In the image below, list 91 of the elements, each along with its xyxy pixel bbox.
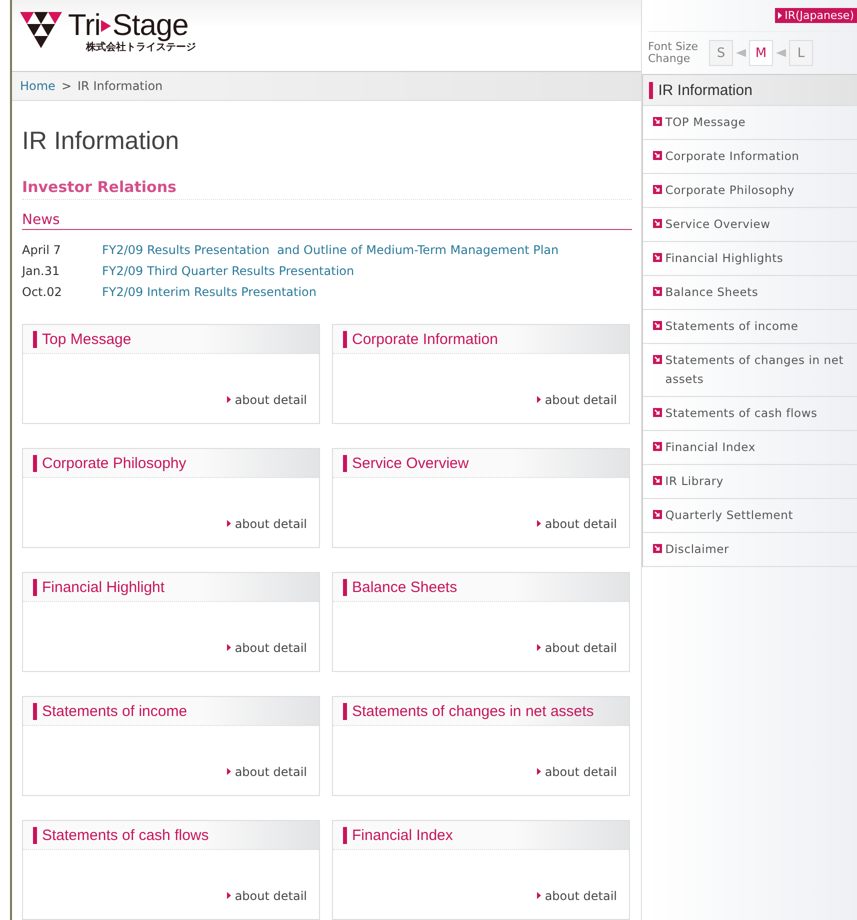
detail-link[interactable]: about detail: [544, 765, 617, 779]
arrow-square-icon: [653, 253, 662, 262]
sidebar-link[interactable]: Statements of cash flows: [665, 404, 818, 423]
arrow-square-icon: [653, 442, 662, 451]
triangle-icon: [226, 768, 231, 775]
news-date: Oct.02: [22, 284, 63, 298]
sidebar-link[interactable]: Corporate Philosophy: [665, 181, 794, 200]
accent-bar-icon: [343, 578, 347, 596]
sidebar-link[interactable]: Corporate Information: [665, 147, 800, 166]
logo-text: Stage: [112, 10, 188, 42]
sidebar-link[interactable]: Quarterly Settlement: [665, 506, 794, 525]
logo-mark-icon: [20, 12, 62, 48]
card-title: Financial Index: [352, 826, 453, 844]
card-title: Corporate Philosophy: [42, 454, 186, 472]
arrow-square-icon: [653, 321, 662, 330]
section-title: Investor Relations: [22, 178, 632, 200]
breadcrumb-link[interactable]: Home: [20, 78, 56, 93]
sidebar-link[interactable]: Financial Highlights: [665, 249, 784, 268]
detail-link[interactable]: about detail: [234, 765, 307, 779]
card-title: Balance Sheets: [352, 578, 458, 596]
arrow-square-icon: [653, 185, 662, 194]
arrow-icon: [736, 49, 746, 57]
arrow-square-icon: [653, 355, 662, 364]
accent-bar-icon: [343, 826, 347, 844]
news-heading: News: [22, 212, 632, 230]
detail-link[interactable]: about detail: [234, 889, 307, 903]
sidebar-link[interactable]: Disclaimer: [665, 540, 730, 559]
accent-bar-icon: [33, 454, 37, 472]
news-date: Jan.31: [22, 264, 61, 278]
arrow-square-icon: [653, 287, 662, 296]
triangle-icon: [226, 520, 231, 527]
triangle-icon: [226, 644, 231, 651]
sidebar-title: IR Information: [658, 82, 752, 98]
arrow-icon: [776, 49, 786, 57]
breadcrumb-text: >: [61, 78, 72, 93]
news-link[interactable]: FY2/09 Third Quarter Results Presentation: [102, 264, 354, 278]
accent-bar-icon: [343, 454, 347, 472]
card-title: Financial Highlight: [42, 578, 165, 596]
page-title: IR Information: [22, 127, 180, 156]
arrow-square-icon: [653, 476, 662, 485]
detail-link[interactable]: about detail: [234, 393, 307, 407]
triangle-icon: [536, 396, 541, 403]
triangle-icon: [536, 644, 541, 651]
arrow-square-icon: [653, 151, 662, 160]
detail-link[interactable]: about detail: [544, 517, 617, 531]
accent-bar-icon: [343, 330, 347, 348]
sidebar-link[interactable]: Statements of changes in net assets: [665, 351, 857, 389]
detail-link[interactable]: about detail: [544, 889, 617, 903]
arrow-square-icon: [653, 510, 662, 519]
sidebar-link[interactable]: Statements of income: [665, 317, 798, 336]
sidebar-link[interactable]: IR Library: [665, 472, 724, 491]
news-link[interactable]: FY2/09 Results Presentation and Outline of Medium-Term Management Plan: [102, 242, 559, 256]
triangle-icon: [536, 768, 541, 775]
triangle-icon: [778, 12, 782, 19]
triangle-icon: [226, 892, 231, 899]
news-date: April 7: [22, 242, 62, 256]
breadcrumb-text: IR Information: [78, 78, 163, 93]
triangle-icon: [536, 520, 541, 527]
card-title: Statements of cash flows: [42, 826, 209, 844]
triangle-icon: [536, 892, 541, 899]
card-title: Service Overview: [352, 454, 469, 472]
arrow-square-icon: [653, 219, 662, 228]
accent-bar-icon: [33, 826, 37, 844]
triangle-icon: [226, 396, 231, 403]
language-link[interactable]: IR(Japanese): [774, 8, 857, 23]
news-link[interactable]: FY2/09 Interim Results Presentation: [102, 284, 317, 298]
card-title: Corporate Information: [352, 330, 498, 348]
font-size-label: Font Size Change: [648, 41, 700, 65]
arrow-square-icon: [653, 117, 662, 126]
card-title: Statements of income: [42, 702, 188, 720]
card-title: Statements of changes in net assets: [352, 702, 594, 720]
accent-bar-icon: [649, 82, 654, 98]
sidebar-link[interactable]: Financial Index: [665, 438, 756, 457]
arrow-square-icon: [653, 544, 662, 553]
detail-link[interactable]: about detail: [234, 641, 307, 655]
accent-bar-icon: [33, 330, 37, 348]
card-title: Top Message: [42, 330, 132, 348]
sidebar-link[interactable]: Balance Sheets: [665, 283, 758, 302]
arrow-square-icon: [653, 408, 662, 417]
logo-text: Tri: [68, 10, 100, 42]
detail-link[interactable]: about detail: [234, 517, 307, 531]
sidebar-link[interactable]: TOP Message: [665, 113, 746, 132]
detail-link[interactable]: about detail: [544, 641, 617, 655]
font-size-button[interactable]: M: [749, 40, 773, 66]
sidebar-link[interactable]: Service Overview: [665, 215, 770, 234]
accent-bar-icon: [33, 702, 37, 720]
logo-subtitle: 株式会社トライステージ: [86, 42, 196, 54]
detail-link[interactable]: about detail: [544, 393, 617, 407]
triangle-icon: [101, 20, 112, 32]
accent-bar-icon: [33, 578, 37, 596]
accent-bar-icon: [343, 702, 347, 720]
